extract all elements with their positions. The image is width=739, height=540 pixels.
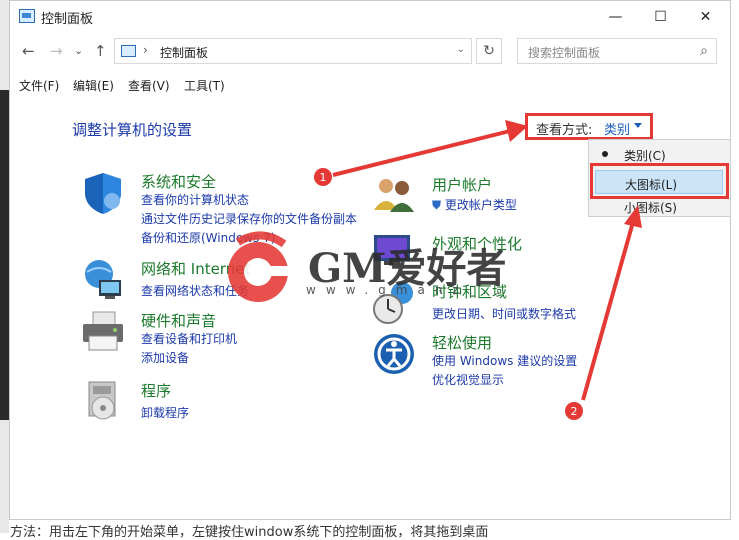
control-panel-icon: [121, 45, 136, 57]
breadcrumb-separator: ›: [143, 43, 148, 57]
background-strip: [0, 0, 9, 533]
refresh-button[interactable]: ↻: [476, 38, 502, 64]
printer-icon[interactable]: [81, 310, 125, 354]
window-title: 控制面板: [41, 12, 94, 27]
annotation-marker: 1: [314, 168, 332, 186]
category-link[interactable]: 查看你的计算机状态: [141, 191, 249, 208]
category-link[interactable]: 查看设备和打印机: [141, 330, 237, 347]
category-title[interactable]: 轻松使用: [432, 332, 492, 353]
category-link[interactable]: ⛊ 更改帐户类型: [432, 196, 517, 213]
view-by-label: 查看方式:: [536, 123, 593, 138]
background-panel: [0, 90, 9, 420]
forward-button[interactable]: →: [50, 42, 63, 60]
search-placeholder: 搜索控制面板: [528, 46, 601, 60]
menu-edit[interactable]: 编辑(E): [73, 77, 114, 94]
menu-file[interactable]: 文件(F): [19, 77, 59, 94]
category-link[interactable]: 使用 Windows 建议的设置: [432, 352, 577, 369]
article-caption: 方法：用击左下角的开始菜单，左键按住window系统下的控制面板，将其拖到桌面: [10, 525, 489, 540]
chevron-down-icon[interactable]: ⌄: [457, 44, 465, 55]
search-icon[interactable]: ⌕: [700, 43, 708, 59]
selected-dot-icon: [602, 151, 608, 157]
title-bar: 控制面板 — ☐ ✕: [10, 1, 730, 32]
category-link[interactable]: 添加设备: [141, 349, 189, 366]
control-panel-icon: [19, 9, 35, 23]
category-link[interactable]: 优化视觉显示: [432, 371, 504, 388]
view-by-control[interactable]: 查看方式: 类别: [525, 113, 653, 140]
category-title[interactable]: 用户帐户: [432, 174, 492, 195]
breadcrumb[interactable]: 控制面板: [160, 44, 208, 61]
menu-view[interactable]: 查看(V): [128, 77, 170, 94]
program-disc-icon[interactable]: [81, 380, 125, 424]
watermark-logo: [228, 231, 296, 302]
category-link[interactable]: 卸载程序: [141, 404, 189, 421]
category-title[interactable]: 系统和安全: [141, 171, 216, 192]
users-icon[interactable]: [372, 174, 416, 218]
category-link[interactable]: 通过文件历史记录保存你的文件备份副本: [141, 210, 357, 227]
page-title: 调整计算机的设置: [72, 121, 193, 139]
watermark: GM爱好者 www.gmanz...: [220, 228, 530, 308]
maximize-button[interactable]: ☐: [638, 1, 683, 32]
annotation-marker: 2: [565, 402, 583, 420]
search-input[interactable]: 搜索控制面板 ⌕: [517, 38, 717, 64]
close-button[interactable]: ✕: [683, 1, 728, 32]
address-row: ← → ⌄ ↑ › 控制面板 ⌄ ↻ 搜索控制面板 ⌕: [10, 34, 730, 70]
view-by-value[interactable]: 类别: [604, 119, 630, 138]
category-title[interactable]: 硬件和声音: [141, 310, 216, 331]
chevron-down-icon[interactable]: [634, 123, 642, 128]
network-globe-icon[interactable]: [81, 258, 125, 302]
shield-icon[interactable]: [81, 171, 125, 215]
minimize-button[interactable]: —: [593, 1, 638, 32]
up-button[interactable]: ↑: [94, 42, 107, 60]
menu-tools[interactable]: 工具(T): [184, 77, 225, 94]
category-title[interactable]: 程序: [141, 380, 171, 401]
highlight-box: [590, 163, 729, 199]
recent-dropdown[interactable]: ⌄: [74, 44, 83, 57]
uac-shield-icon: ⛊: [432, 198, 442, 212]
ease-of-access-icon[interactable]: [372, 332, 416, 376]
back-button[interactable]: ←: [22, 42, 35, 60]
address-bar[interactable]: › 控制面板 ⌄: [114, 38, 472, 64]
watermark-subtext: www.gmanz...: [306, 283, 511, 297]
